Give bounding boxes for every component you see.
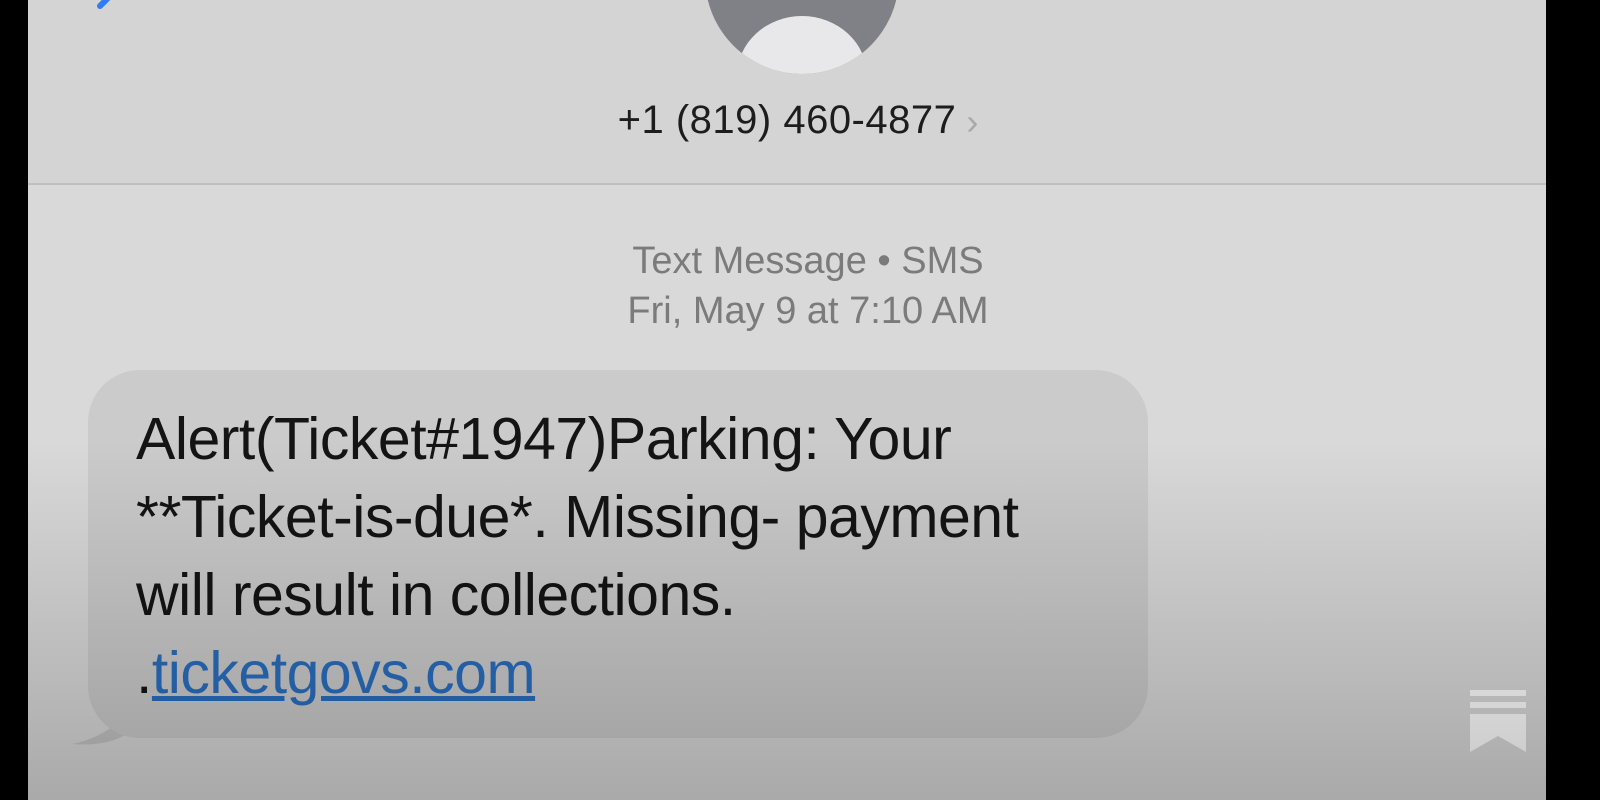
contact-avatar-icon[interactable] [705,0,899,74]
conversation-header: +1 (819) 460-4877 › [28,0,1546,185]
message-bubble[interactable]: Alert(Ticket#1947)Parking: Your **Ticket… [88,370,1148,738]
message-body: Alert(Ticket#1947)Parking: Your **Ticket… [136,400,1104,712]
avatar-silhouette [737,16,867,74]
chevron-left-icon[interactable] [88,0,128,22]
contact-info[interactable]: +1 (819) 460-4877 › [28,98,1546,143]
chevron-right-icon[interactable]: › [966,103,978,140]
message-timestamp: Fri, May 9 at 7:10 AM [627,290,989,332]
bookmark-icon[interactable] [1470,690,1526,752]
service-label: Text Message • SMS [632,240,984,282]
thread-meta: Text Message • SMS Fri, May 9 at 7:10 AM [28,236,1546,336]
messages-screen: +1 (819) 460-4877 › Text Message • SMS F… [28,0,1546,800]
contact-number[interactable]: +1 (819) 460-4877 [618,98,957,143]
message-link[interactable]: ticketgovs.com [152,640,536,706]
